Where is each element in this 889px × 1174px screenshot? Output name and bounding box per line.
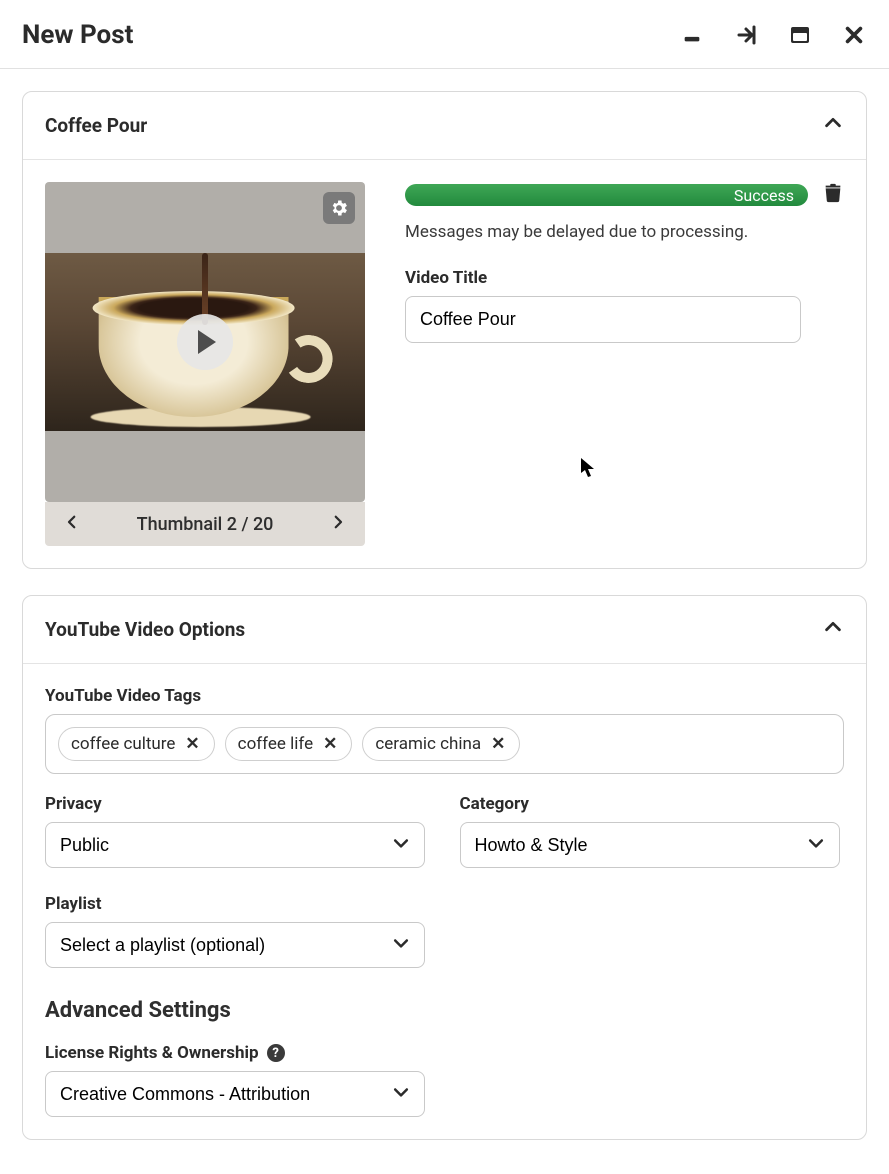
tag-remove-button[interactable]: ✕ <box>489 734 507 754</box>
video-thumbnail[interactable] <box>45 182 365 502</box>
tag-item: coffee culture ✕ <box>58 727 215 761</box>
video-title-input[interactable] <box>405 296 801 343</box>
page-title: New Post <box>22 20 133 50</box>
advanced-settings-title: Advanced Settings <box>45 998 844 1023</box>
video-card-title: Coffee Pour <box>45 114 147 137</box>
upload-progress-bar: Success <box>405 184 808 206</box>
tag-text: ceramic china <box>375 734 481 754</box>
playlist-select[interactable]: Select a playlist (optional) <box>45 922 425 968</box>
license-label: License Rights & Ownership <box>45 1043 259 1063</box>
chevron-left-icon <box>63 513 81 531</box>
tag-text: coffee life <box>238 734 313 754</box>
help-icon[interactable]: ? <box>267 1044 285 1062</box>
youtube-options-header[interactable]: YouTube Video Options <box>23 596 866 664</box>
trash-icon <box>822 182 844 204</box>
processing-note: Messages may be delayed due to processin… <box>405 222 844 242</box>
thumbnail-counter: Thumbnail 2 / 20 <box>137 514 274 535</box>
youtube-options-card: YouTube Video Options YouTube Video Tags… <box>22 595 867 1140</box>
dock-right-button[interactable] <box>733 22 759 48</box>
thumbnail-prev-button[interactable] <box>57 509 87 540</box>
thumbnail-next-button[interactable] <box>323 509 353 540</box>
tag-item: ceramic china ✕ <box>362 727 520 761</box>
tag-item: coffee life ✕ <box>225 727 353 761</box>
privacy-select[interactable]: Public <box>45 822 425 868</box>
license-select[interactable]: Creative Commons - Attribution <box>45 1071 425 1117</box>
thumbnail-settings-button[interactable] <box>323 192 355 224</box>
gear-icon <box>329 198 349 218</box>
delete-video-button[interactable] <box>822 182 844 208</box>
tag-text: coffee culture <box>71 734 175 754</box>
chevron-up-icon <box>822 112 844 139</box>
tags-label: YouTube Video Tags <box>45 686 844 706</box>
category-label: Category <box>460 794 845 814</box>
video-title-label: Video Title <box>405 268 844 288</box>
video-card-header[interactable]: Coffee Pour <box>23 92 866 160</box>
play-button[interactable] <box>177 314 233 370</box>
minimize-button[interactable] <box>679 22 705 48</box>
chevron-right-icon <box>329 513 347 531</box>
thumbnail-image <box>45 253 365 431</box>
privacy-label: Privacy <box>45 794 430 814</box>
close-button[interactable] <box>841 22 867 48</box>
tag-remove-button[interactable]: ✕ <box>321 734 339 754</box>
chevron-up-icon <box>822 616 844 643</box>
video-card: Coffee Pour <box>22 91 867 569</box>
youtube-options-title: YouTube Video Options <box>45 618 245 641</box>
tag-remove-button[interactable]: ✕ <box>183 734 201 754</box>
window-toggle-button[interactable] <box>787 22 813 48</box>
upload-status-label: Success <box>734 186 794 205</box>
category-select[interactable]: Howto & Style <box>460 822 840 868</box>
tags-input[interactable]: coffee culture ✕ coffee life ✕ ceramic c… <box>45 714 844 774</box>
playlist-label: Playlist <box>45 894 844 914</box>
